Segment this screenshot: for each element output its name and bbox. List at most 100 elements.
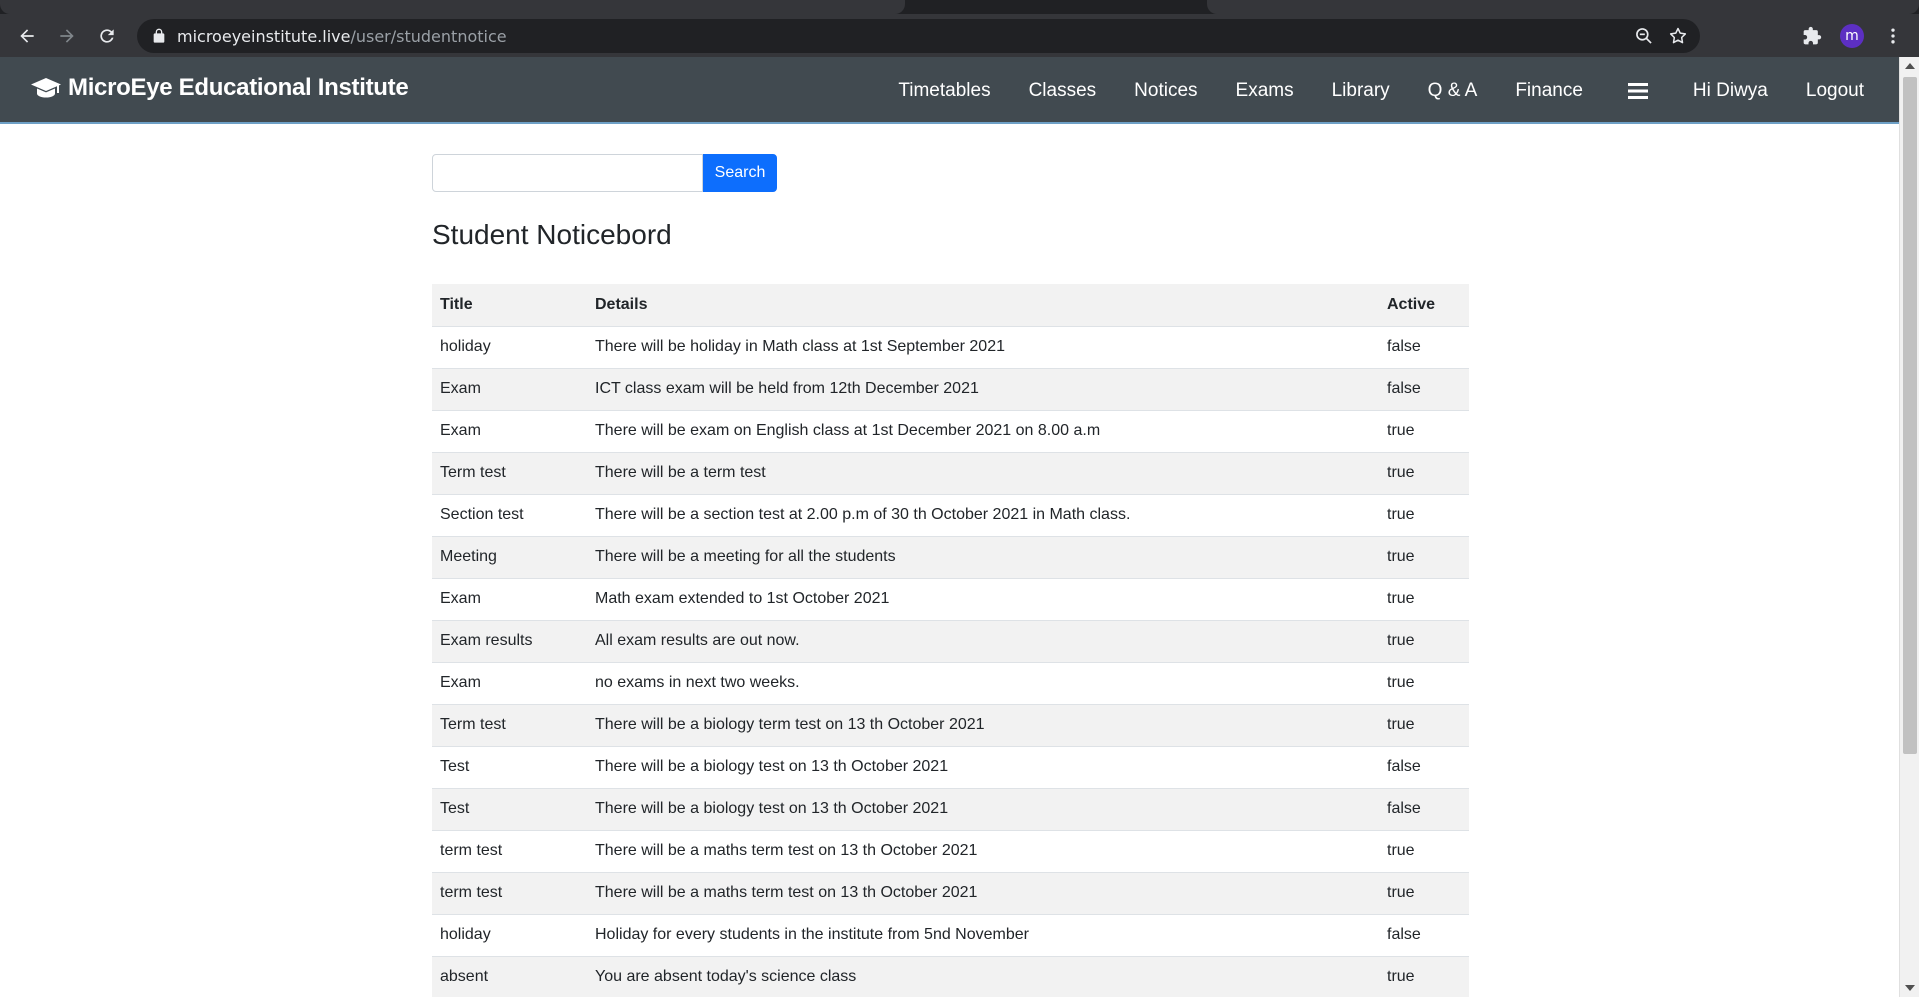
- page-scrollbar[interactable]: [1899, 57, 1919, 997]
- table-row: Exam There will be exam on English class …: [432, 410, 1469, 453]
- table-row: Exam results All exam results are out now…: [432, 620, 1469, 663]
- notice-details: There will be holiday in Math class at 1…: [587, 326, 1379, 369]
- lock-icon[interactable]: [151, 28, 167, 44]
- browser-tab[interactable]: [0, 0, 905, 14]
- nav-link-notices[interactable]: Notices: [1115, 80, 1216, 102]
- zoom-out-icon[interactable]: [1634, 26, 1654, 46]
- notice-title: Test: [432, 746, 587, 789]
- hamburger-menu-icon[interactable]: [1602, 82, 1674, 100]
- notice-details: There will be a biology term test on 13 …: [587, 704, 1379, 747]
- notice-details: There will be a biology test on 13 th Oc…: [587, 746, 1379, 789]
- table-row: Section test There will be a section test…: [432, 494, 1469, 537]
- reload-icon[interactable]: [94, 23, 120, 49]
- search-input[interactable]: [432, 154, 703, 192]
- notice-title: Test: [432, 788, 587, 831]
- notice-details: There will be a maths term test on 13 th…: [587, 830, 1379, 873]
- nav-link-exams[interactable]: Exams: [1217, 80, 1313, 102]
- table-row: term test There will be a maths term test…: [432, 830, 1469, 873]
- notice-details: All exam results are out now.: [587, 620, 1379, 663]
- notice-details: There will be a section test at 2.00 p.m…: [587, 494, 1379, 537]
- notice-active: true: [1379, 956, 1469, 997]
- table-row: Meeting There will be a meeting for all t…: [432, 536, 1469, 579]
- table-row: term test There will be a maths term test…: [432, 872, 1469, 915]
- notice-active: false: [1379, 326, 1469, 369]
- notice-active: true: [1379, 410, 1469, 453]
- browser-toolbar: microeyeinstitute.live/user/studentnotic…: [0, 14, 1919, 57]
- nav-link-finance[interactable]: Finance: [1496, 80, 1602, 102]
- notice-active: true: [1379, 620, 1469, 663]
- column-header-active: Active: [1379, 284, 1469, 327]
- table-row: Exam no exams in next two weeks. true: [432, 662, 1469, 705]
- notices-table: Title Details Active holiday There will b…: [432, 284, 1469, 997]
- table-row: Test There will be a biology test on 13 t…: [432, 746, 1469, 789]
- brand-link[interactable]: MicroEye Educational Institute: [30, 74, 409, 102]
- notice-active: true: [1379, 494, 1469, 537]
- address-bar[interactable]: microeyeinstitute.live/user/studentnotic…: [137, 19, 1700, 53]
- url-path: /user/studentnotice: [350, 27, 507, 46]
- notice-title: holiday: [432, 326, 587, 369]
- notice-details: Math exam extended to 1st October 2021: [587, 578, 1379, 621]
- user-greeting[interactable]: Hi Diwya: [1674, 80, 1787, 102]
- browser-tab[interactable]: [1207, 0, 1919, 14]
- notice-details: There will be exam on English class at 1…: [587, 410, 1379, 453]
- table-header-row: Title Details Active: [432, 284, 1469, 327]
- table-row: Term test There will be a biology term te…: [432, 704, 1469, 747]
- nav-link-library[interactable]: Library: [1313, 80, 1409, 102]
- nav-menu: Timetables Classes Notices Exams Library…: [879, 57, 1899, 124]
- column-header-details: Details: [587, 284, 1379, 327]
- notice-active: true: [1379, 704, 1469, 747]
- table-row: Exam Math exam extended to 1st October 20…: [432, 578, 1469, 621]
- notice-active: true: [1379, 536, 1469, 579]
- nav-link-qa[interactable]: Q & A: [1409, 80, 1497, 102]
- notice-details: You are absent today's science class: [587, 956, 1379, 997]
- notice-title: Term test: [432, 704, 587, 747]
- notice-title: Exam: [432, 578, 587, 621]
- notice-details: There will be a maths term test on 13 th…: [587, 872, 1379, 915]
- browser-menu-icon[interactable]: [1880, 23, 1906, 49]
- notice-details: no exams in next two weeks.: [587, 662, 1379, 705]
- notice-title: Exam: [432, 662, 587, 705]
- logout-link[interactable]: Logout: [1787, 80, 1899, 102]
- nav-link-classes[interactable]: Classes: [1010, 80, 1116, 102]
- back-icon[interactable]: [14, 23, 40, 49]
- scroll-down-arrow-icon[interactable]: [1905, 985, 1915, 991]
- scroll-up-arrow-icon[interactable]: [1905, 63, 1915, 69]
- notice-active: false: [1379, 368, 1469, 411]
- profile-avatar[interactable]: m: [1840, 24, 1864, 48]
- graduation-cap-icon: [31, 78, 61, 98]
- notice-title: Exam: [432, 410, 587, 453]
- notice-active: false: [1379, 788, 1469, 831]
- notice-details: Holiday for every students in the instit…: [587, 914, 1379, 957]
- url-host: microeyeinstitute.live: [177, 27, 351, 46]
- extensions-puzzle-icon[interactable]: [1799, 23, 1825, 49]
- notice-active: false: [1379, 746, 1469, 789]
- notice-active: true: [1379, 578, 1469, 621]
- url-text[interactable]: microeyeinstitute.live/user/studentnotic…: [177, 27, 507, 46]
- page-title: Student Noticebord: [432, 219, 672, 250]
- table-row: Term test There will be a term test true: [432, 452, 1469, 495]
- brand-name: MicroEye Educational Institute: [68, 74, 409, 101]
- notice-title: Section test: [432, 494, 587, 537]
- column-header-title: Title: [432, 284, 587, 327]
- notice-active: true: [1379, 452, 1469, 495]
- table-row: holiday There will be holiday in Math cla…: [432, 326, 1469, 369]
- notice-active: true: [1379, 662, 1469, 705]
- notice-details: ICT class exam will be held from 12th De…: [587, 368, 1379, 411]
- notice-title: holiday: [432, 914, 587, 957]
- bookmark-star-icon[interactable]: [1668, 26, 1688, 46]
- notice-active: true: [1379, 830, 1469, 873]
- table-row: holiday Holiday for every students in the…: [432, 914, 1469, 957]
- notice-details: There will be a term test: [587, 452, 1379, 495]
- main-content: Search Student Noticebord Title Details …: [432, 154, 1469, 997]
- site-navbar: MicroEye Educational Institute Timetable…: [0, 57, 1899, 124]
- forward-icon[interactable]: [54, 23, 80, 49]
- notice-title: absent: [432, 956, 587, 997]
- search-button[interactable]: Search: [703, 154, 777, 192]
- table-row: absent You are absent today's science cla…: [432, 956, 1469, 997]
- notice-details: There will be a biology test on 13 th Oc…: [587, 788, 1379, 831]
- notice-title: term test: [432, 830, 587, 873]
- nav-link-timetables[interactable]: Timetables: [879, 80, 1009, 102]
- notice-title: Exam results: [432, 620, 587, 663]
- scrollbar-thumb[interactable]: [1903, 77, 1917, 754]
- table-row: Test There will be a biology test on 13 t…: [432, 788, 1469, 831]
